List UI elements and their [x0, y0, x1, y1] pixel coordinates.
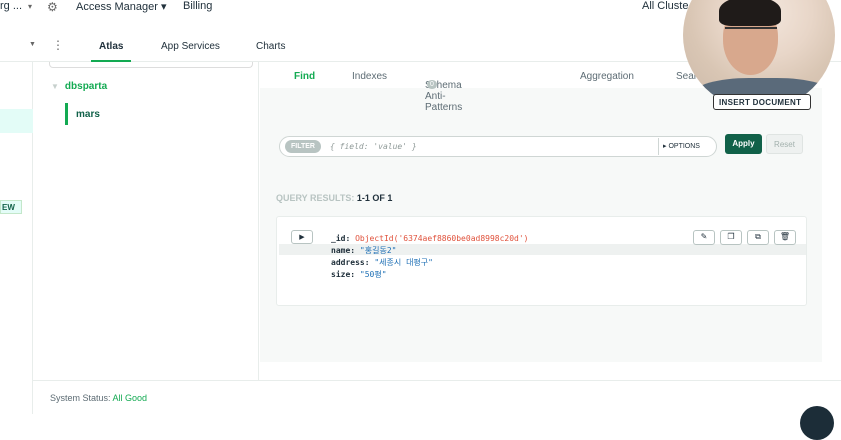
- tab-atlas[interactable]: Atlas: [90, 41, 133, 62]
- delete-icon[interactable]: 🗑: [774, 230, 796, 245]
- webcam-hair: [719, 0, 781, 26]
- field-name: name: "홍길동2": [331, 245, 528, 257]
- field-id: _id: ObjectId('6374aef8860be0ad8998c20d'…: [331, 233, 528, 245]
- org-selector[interactable]: rg ...: [0, 0, 22, 12]
- status-label: System Status:: [50, 393, 111, 403]
- schema-count-badge: 0: [427, 80, 437, 89]
- tab-charts[interactable]: Charts: [256, 41, 285, 52]
- database-name: dbsparta: [64, 81, 108, 92]
- tab-app-services[interactable]: App Services: [161, 41, 220, 52]
- namespace-search[interactable]: [49, 62, 253, 68]
- left-nav-strip: EW: [0, 62, 33, 414]
- field-value: "50평": [359, 270, 387, 279]
- field-size: size: "50평": [331, 269, 528, 281]
- insert-document-button[interactable]: INSERT DOCUMENT: [713, 94, 811, 110]
- field-value: "세종시 대평구": [374, 258, 433, 267]
- footer: System Status: All Good: [33, 380, 841, 414]
- tab-indexes[interactable]: Indexes: [352, 71, 387, 82]
- filter-bar[interactable]: FILTER { field: 'value' } ▸ OPTIONS: [279, 136, 717, 157]
- filter-input[interactable]: { field: 'value' }: [330, 142, 417, 151]
- edit-icon[interactable]: ✎: [693, 230, 715, 245]
- reset-button[interactable]: Reset: [766, 134, 803, 154]
- webcam-glasses: [725, 27, 777, 37]
- system-status: System Status: All Good: [50, 393, 147, 403]
- field-value: ObjectId('6374aef8860be0ad8998c20d'): [355, 234, 529, 243]
- tab-aggregation[interactable]: Aggregation: [580, 71, 634, 82]
- query-results-summary: QUERY RESULTS: 1-1 OF 1: [276, 193, 392, 203]
- status-link[interactable]: All Good: [113, 393, 148, 403]
- kebab-menu-icon[interactable]: ⋮: [52, 38, 64, 52]
- clone-icon[interactable]: ⧉: [747, 230, 769, 245]
- expand-document-icon[interactable]: ▶: [291, 230, 313, 244]
- filter-tag: FILTER: [285, 140, 321, 153]
- document-card: ▶ _id: ObjectId('6374aef8860be0ad8998c20…: [276, 216, 807, 306]
- all-clusters-link[interactable]: All Cluste: [642, 0, 688, 12]
- results-label: QUERY RESULTS:: [276, 193, 355, 203]
- results-count: 1-1 OF 1: [356, 193, 393, 203]
- gear-icon[interactable]: ⚙: [47, 0, 58, 14]
- database-item[interactable]: ▼ dbsparta: [51, 81, 107, 92]
- apply-button[interactable]: Apply: [725, 134, 762, 154]
- billing-link[interactable]: Billing: [183, 0, 212, 12]
- field-key: address:: [331, 258, 370, 267]
- document-fields: _id: ObjectId('6374aef8860be0ad8998c20d'…: [331, 233, 528, 281]
- database-panel: ▼ dbsparta mars: [33, 62, 259, 380]
- collapse-icon[interactable]: ▼: [51, 82, 59, 91]
- field-key: _id:: [331, 234, 351, 243]
- collection-item[interactable]: mars: [65, 103, 100, 125]
- access-manager-menu[interactable]: Access Manager ▾: [76, 0, 167, 13]
- field-address: address: "세종시 대평구": [331, 257, 528, 269]
- org-dropdown-icon[interactable]: ▾: [28, 2, 32, 11]
- field-value: "홍길동2": [359, 246, 397, 255]
- copy-icon[interactable]: ❐: [720, 230, 742, 245]
- nav-highlight[interactable]: [0, 109, 33, 133]
- options-toggle[interactable]: ▸ OPTIONS: [658, 138, 715, 155]
- view-badge: EW: [0, 200, 22, 214]
- field-key: name:: [331, 246, 356, 255]
- project-dropdown-icon[interactable]: ▼: [29, 41, 36, 48]
- tab-find[interactable]: Find: [294, 71, 315, 82]
- field-key: size:: [331, 270, 356, 279]
- chat-bubble-icon[interactable]: [800, 406, 834, 440]
